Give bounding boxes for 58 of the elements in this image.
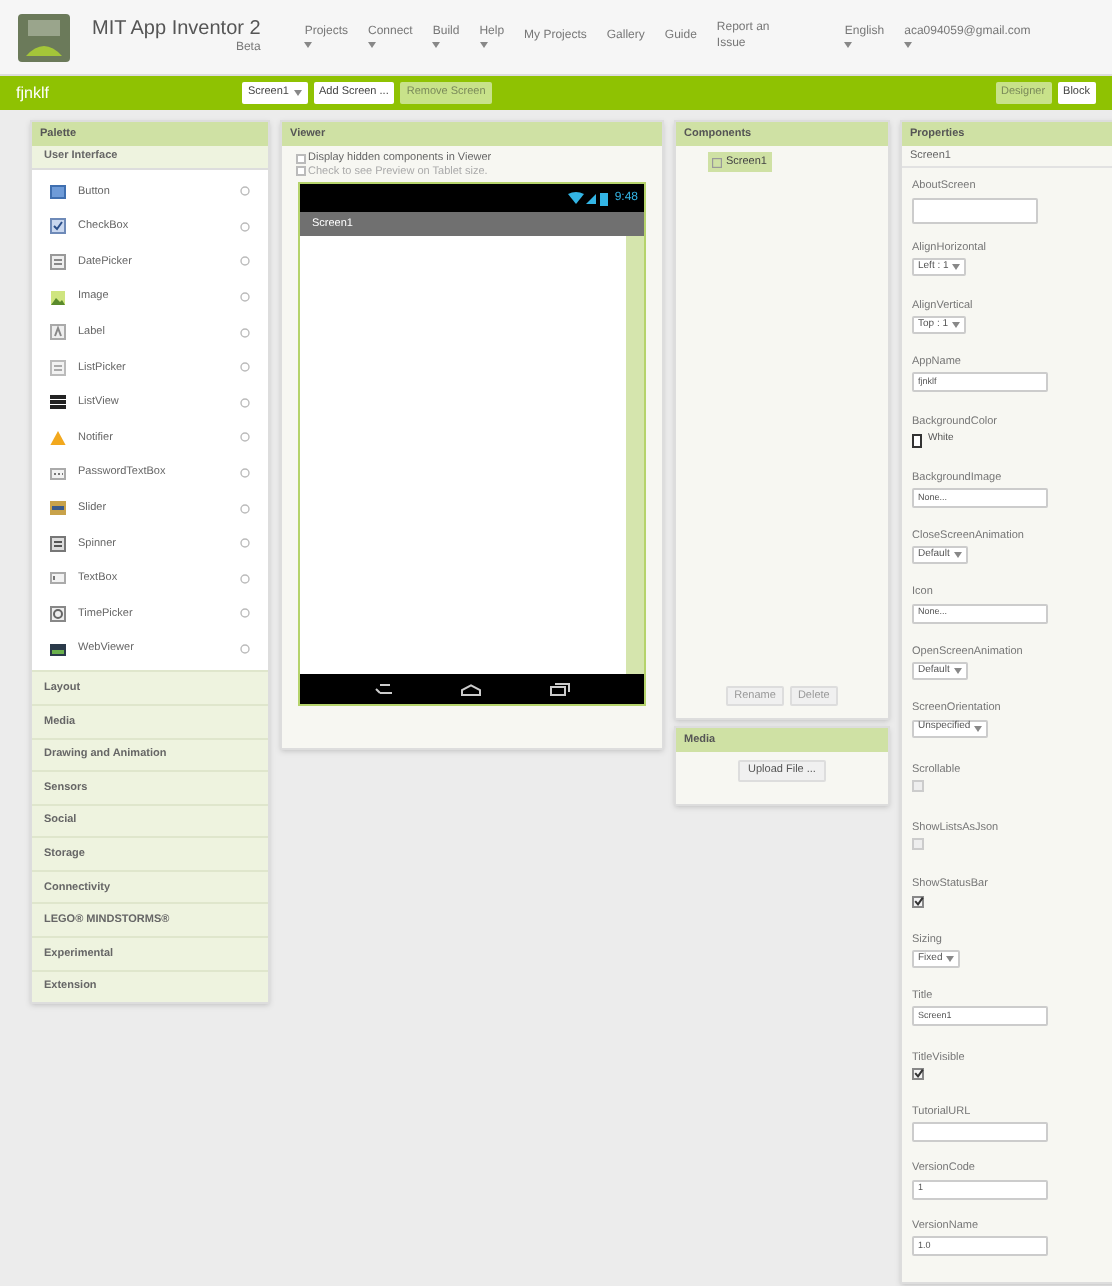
component-icon — [50, 429, 66, 446]
help-icon — [240, 362, 250, 373]
recents-icon — [550, 682, 571, 696]
input-field[interactable] — [912, 1121, 1048, 1142]
help-icon — [240, 327, 250, 338]
status-icons — [568, 191, 611, 205]
help-icon — [240, 292, 250, 303]
caret-icon — [293, 90, 301, 96]
check-icon — [913, 1068, 923, 1079]
caret-icon — [904, 42, 913, 49]
caret-icon — [953, 552, 962, 559]
component-icon — [50, 183, 66, 200]
help-icon — [240, 186, 250, 197]
help-icon — [240, 503, 250, 514]
checkbox[interactable] — [296, 166, 306, 177]
checkbox[interactable] — [296, 153, 306, 164]
help-icon — [240, 538, 250, 549]
check-icon — [913, 896, 923, 907]
caret-icon — [432, 42, 441, 49]
screen-icon — [712, 157, 722, 167]
component-icon — [50, 570, 66, 587]
caret-icon — [304, 42, 313, 49]
back-icon — [373, 682, 394, 696]
component-icon — [50, 289, 66, 306]
help-icon — [240, 397, 250, 408]
app-title: MIT App Inventor 2 — [92, 17, 261, 41]
caret-icon — [368, 42, 376, 49]
component-icon — [50, 500, 66, 517]
help-icon — [240, 608, 250, 619]
component-icon — [50, 465, 66, 482]
caret-icon — [946, 955, 955, 962]
help-icon — [240, 573, 250, 584]
caret-icon — [844, 42, 853, 49]
help-icon — [240, 221, 250, 232]
help-icon — [240, 256, 250, 267]
component-icon — [50, 359, 66, 376]
component-icon — [50, 218, 66, 235]
help-icon — [240, 468, 250, 479]
component-icon — [50, 641, 66, 658]
project-name: fjnklf — [16, 81, 51, 105]
checkbox[interactable] — [912, 1067, 924, 1080]
checkbox[interactable] — [912, 895, 924, 908]
component-icon — [50, 535, 66, 552]
caret-icon — [952, 322, 961, 329]
text-area[interactable] — [912, 197, 1038, 224]
component-icon — [50, 324, 66, 341]
help-icon — [240, 432, 250, 443]
logo-icon — [16, 11, 72, 63]
home-icon — [460, 683, 483, 695]
caret-icon — [479, 42, 488, 49]
component-icon — [50, 394, 66, 411]
help-icon — [240, 644, 250, 655]
component-icon — [50, 605, 66, 622]
component-icon — [50, 253, 66, 270]
color-swatch[interactable] — [912, 433, 922, 448]
caret-icon — [952, 264, 961, 271]
caret-icon — [953, 667, 962, 674]
caret-icon — [974, 725, 983, 732]
